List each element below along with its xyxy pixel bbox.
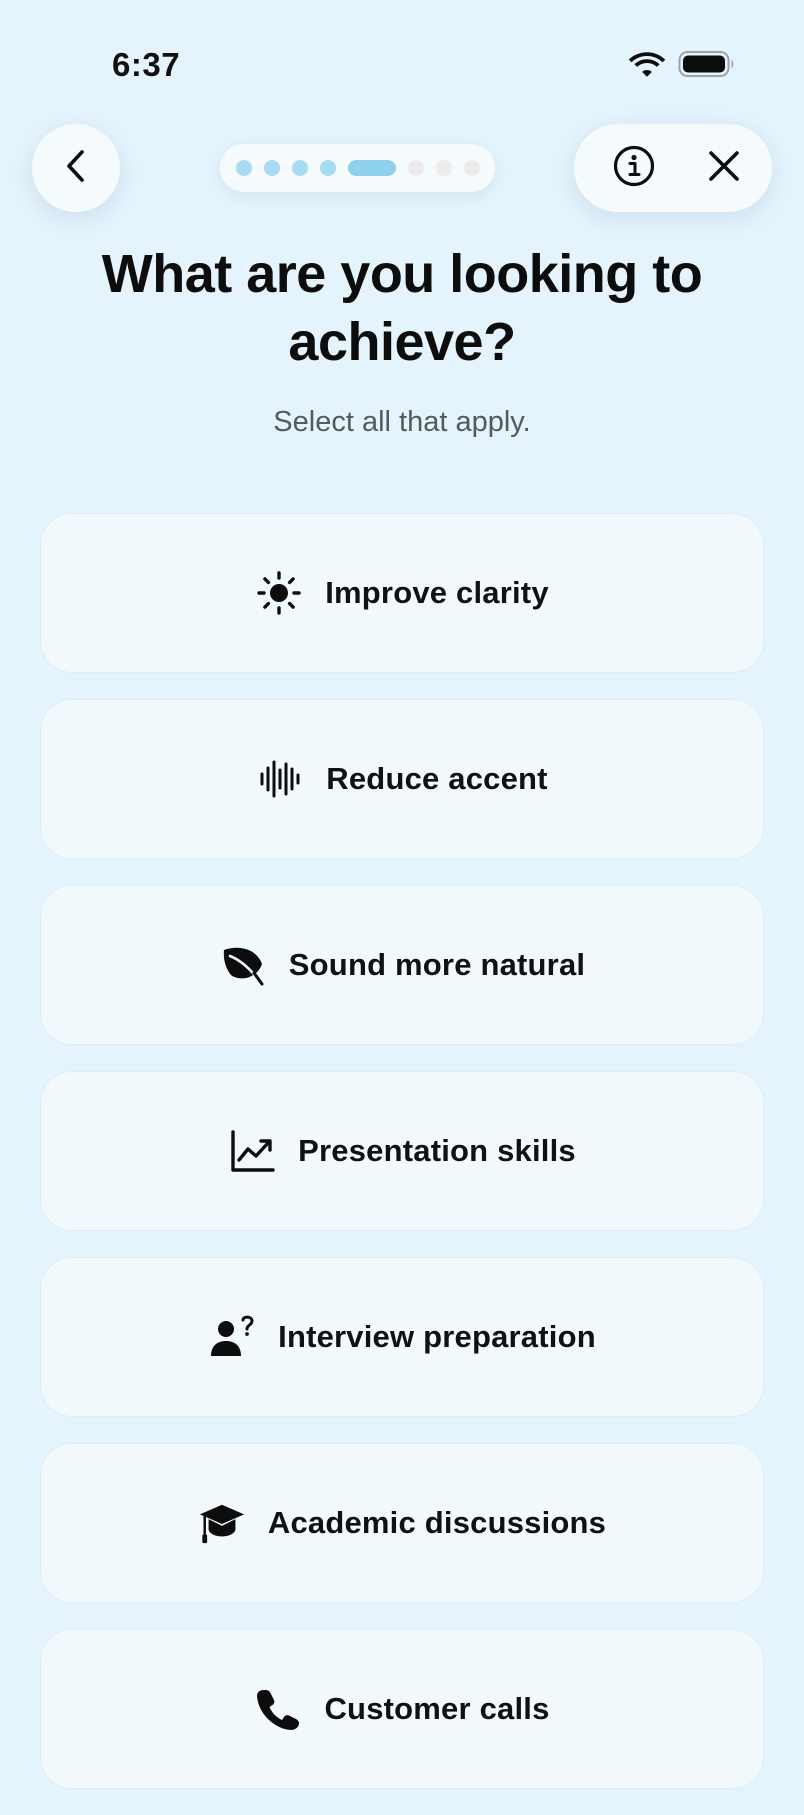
chart-line-icon <box>228 1127 276 1175</box>
option-sound-more-natural[interactable]: Sound more natural <box>40 885 764 1045</box>
option-label: Reduce accent <box>326 761 548 796</box>
option-label: Customer calls <box>324 1691 550 1726</box>
option-presentation-skills[interactable]: Presentation skills <box>40 1071 764 1231</box>
progress-dot-3 <box>291 160 308 176</box>
back-button[interactable] <box>32 124 120 212</box>
header-actions <box>574 124 772 212</box>
status-bar: 6:37 <box>0 0 804 110</box>
progress-dot-7 <box>435 160 452 176</box>
progress-indicator <box>220 144 495 192</box>
option-customer-calls[interactable]: Customer calls <box>40 1629 764 1789</box>
top-navigation <box>0 124 804 212</box>
progress-dot-current <box>347 160 396 176</box>
page-title: What are you looking to achieve? <box>101 244 703 372</box>
wifi-icon <box>628 50 666 78</box>
option-label: Improve clarity <box>325 575 549 610</box>
option-academic-discussions[interactable]: Academic discussions <box>40 1443 764 1603</box>
progress-dot-2 <box>263 160 280 176</box>
option-reduce-accent[interactable]: Reduce accent <box>40 699 764 859</box>
progress-dot-6 <box>407 160 424 176</box>
goal-options-list: Improve clarity Reduce accent Sound more… <box>40 513 764 1815</box>
option-label: Presentation skills <box>298 1133 576 1168</box>
phone-icon <box>254 1685 302 1733</box>
battery-icon <box>678 50 736 78</box>
graduation-cap-icon <box>198 1499 246 1547</box>
sun-icon <box>255 569 303 617</box>
status-time: 6:37 <box>112 46 181 83</box>
option-label: Interview preparation <box>278 1319 596 1354</box>
option-improve-clarity[interactable]: Improve clarity <box>40 513 764 673</box>
info-button[interactable] <box>594 124 674 212</box>
progress-dot-1 <box>235 160 252 176</box>
option-interview-preparation[interactable]: Interview preparation <box>40 1257 764 1417</box>
chevron-left-icon <box>61 148 91 189</box>
leaf-icon <box>219 941 267 989</box>
close-icon <box>706 148 742 189</box>
page-subtitle: Select all that apply. <box>273 406 531 438</box>
info-circle-icon <box>612 144 656 193</box>
person-question-icon <box>208 1313 256 1361</box>
close-button[interactable] <box>684 124 764 212</box>
waveform-icon <box>256 755 304 803</box>
progress-dot-4 <box>319 160 336 176</box>
progress-dot-8 <box>463 160 480 176</box>
option-label: Sound more natural <box>288 947 586 982</box>
option-label: Academic discussions <box>267 1505 607 1540</box>
